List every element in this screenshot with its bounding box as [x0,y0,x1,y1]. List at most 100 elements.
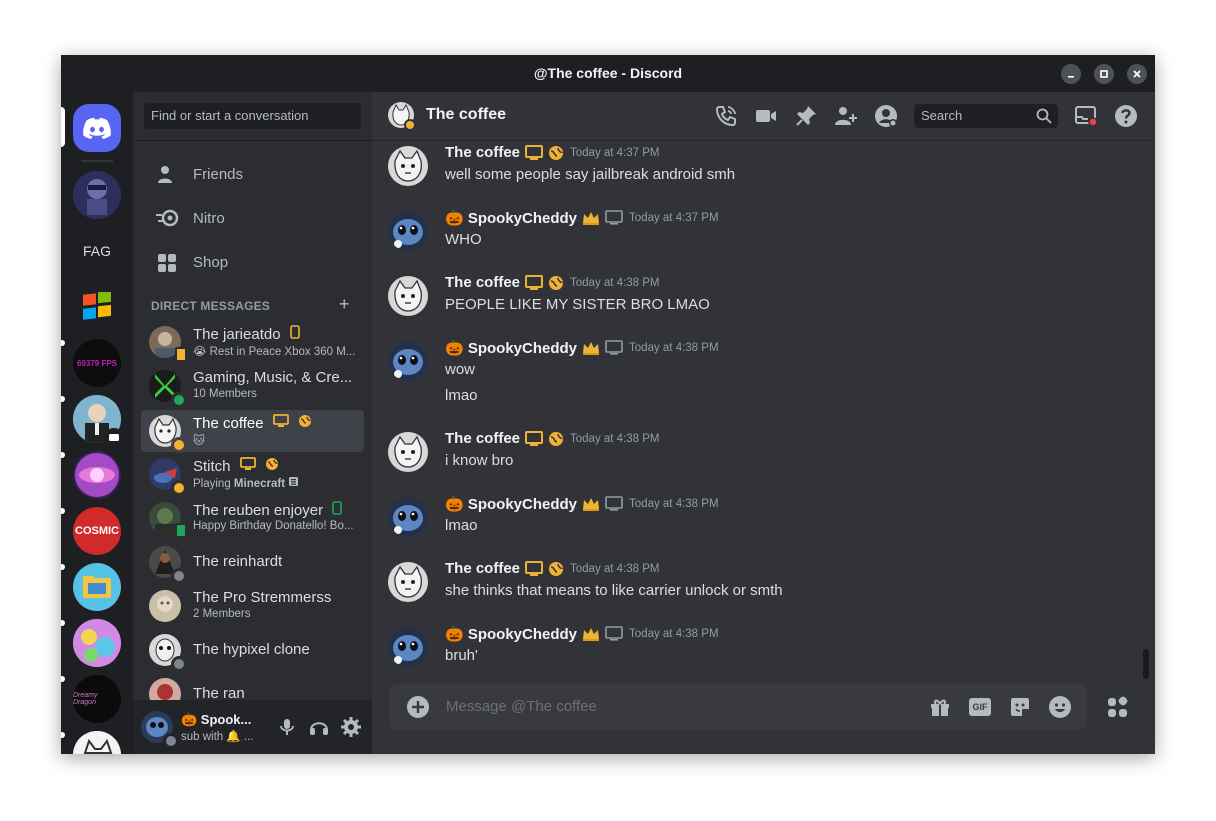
nav-friends[interactable]: Friends [141,154,364,194]
dm-subtext: 2 Members [193,608,251,620]
voice-badge [104,428,124,448]
unread-dot [61,340,65,346]
voice-call-icon[interactable] [714,104,738,128]
message-timestamp: Today at 4:37 PM [570,146,660,159]
message-composer[interactable]: Message @The coffee GIF [389,684,1087,730]
mobile-status-icon [175,347,187,362]
discord-window: @The coffee - Discord FAG 69379 FPS COSM… [61,55,1155,754]
message-avatar[interactable] [388,432,428,472]
dm-item-the-coffee[interactable]: The coffee 🐱 [141,410,364,453]
message-author[interactable]: The coffee [445,430,520,447]
dm-item-pro-stremmerss[interactable]: The Pro Stremmerss 2 Members [141,585,364,627]
message-text: lmao [445,517,478,534]
server-sketch[interactable] [73,731,121,754]
message-avatar[interactable] [388,497,428,537]
dm-name: The jarieatdo [193,325,300,343]
server-fps[interactable]: 69379 FPS [73,339,121,387]
add-friends-to-dm-icon[interactable] [834,104,858,128]
gif-icon[interactable]: GIF [968,695,992,719]
nitro-icon [155,206,179,230]
maximize-icon[interactable] [1094,64,1114,84]
sticker-icon[interactable] [1008,695,1032,719]
dm-item-reinhardt[interactable]: The reinhardt [141,541,364,584]
activity-prefix: Playing [193,478,234,490]
server-avatar-1[interactable] [73,171,121,219]
video-call-icon[interactable] [754,104,778,128]
message-text: lmao [445,387,478,404]
gift-icon[interactable] [928,695,952,719]
message-avatar[interactable] [388,562,428,602]
message-timestamp: Today at 4:38 PM [629,342,719,354]
dm-item-hypixel-clone[interactable]: The hypixel clone [141,629,364,672]
help-icon[interactable] [1114,104,1138,128]
dm-item-reuben-enjoyer[interactable]: The reuben enjoyer Happy Birthday Donate… [141,497,364,539]
message-item[interactable]: The coffee Today at 4:37 PM well some peop… [372,141,1132,190]
close-icon[interactable] [1127,64,1147,84]
rail-divider [81,160,113,162]
dm-subtext: 😭 Rest in Peace Xbox 360 M... [193,346,356,358]
apps-icon[interactable] [1106,695,1130,719]
server-fag[interactable]: FAG [73,227,121,275]
message-item[interactable]: The coffee Today at 4:38 PM i know bro [372,416,1132,476]
nav-shop[interactable]: Shop [141,242,364,282]
message-item[interactable]: 🎃 SpookyCheddy Today at 4:38 PM lmao [372,481,1132,541]
message-author[interactable]: 🎃 SpookyCheddy [445,339,577,357]
message-header: The coffee Today at 4:38 PM [445,560,660,577]
microphone-icon[interactable] [275,715,299,739]
message-header: The coffee Today at 4:37 PM [445,144,660,161]
message-avatar[interactable] [388,211,428,251]
message-item[interactable]: The coffee Today at 4:38 PM she thinks tha… [372,546,1132,606]
emoji-icon[interactable] [1048,695,1072,719]
windows-logo-icon [83,292,111,320]
server-art[interactable] [73,619,121,667]
dm-item-stitch[interactable]: Stitch Playing Minecraft [141,453,364,496]
nav-nitro-label: Nitro [193,209,225,227]
recipient-name: The coffee [426,106,507,123]
message-timestamp: Today at 4:38 PM [570,276,660,289]
message-author[interactable]: 🎃 SpookyCheddy [445,209,577,227]
dm-name-text: Stitch [193,458,231,475]
message-text: bruh' [445,647,478,664]
server-folder[interactable] [73,563,121,611]
inbox-icon[interactable] [1074,104,1098,128]
headphones-icon[interactable] [307,715,331,739]
message-avatar[interactable] [388,276,428,316]
user-profile-icon[interactable] [874,104,898,128]
server-windows[interactable] [73,283,121,331]
minimize-icon[interactable] [1061,64,1081,84]
message-author[interactable]: 🎃 SpookyCheddy [445,495,577,513]
message-item[interactable]: 🎃 SpookyCheddy Today at 4:38 PM bruh' [372,611,1132,671]
message-avatar[interactable] [388,146,428,186]
server-dark[interactable]: Dreamy Dragon [73,675,121,723]
find-conversation-input[interactable]: Find or start a conversation [144,103,361,129]
message-item[interactable]: 🎃 SpookyCheddy Today at 4:38 PM wow lmao [372,325,1132,404]
idle-status-icon [171,480,187,496]
window-title: @The coffee - Discord [533,65,683,81]
message-author[interactable]: The coffee [445,560,520,577]
create-dm-plus-icon[interactable]: + [339,294,350,315]
pinned-messages-icon[interactable] [794,104,818,128]
activity-game: Minecraft [233,478,286,490]
dm-sidebar: Find or start a conversation Friends Nit… [133,92,372,754]
desktop-badge-icon [525,560,544,577]
attach-plus-icon[interactable] [406,695,430,719]
dm-item-group-gaming[interactable]: Gaming, Music, & Cre... 10 Members [141,365,364,408]
mobile-badge-icon [289,325,300,339]
message-avatar[interactable] [388,341,428,381]
server-orb[interactable] [73,451,121,499]
chat-scrollbar[interactable] [1143,649,1149,679]
message-author[interactable]: The coffee [445,144,520,161]
dm-item-jarieatdo[interactable]: The jarieatdo 😭 Rest in Peace Xbox 360 M… [141,321,364,363]
dm-item-ran[interactable]: The ran [141,673,364,700]
server-cosmic[interactable]: COSMIC [73,507,121,555]
discord-home-button[interactable] [73,104,121,152]
nav-nitro[interactable]: Nitro [141,198,364,238]
message-author[interactable]: The coffee [445,274,520,291]
message-author[interactable]: 🎃 SpookyCheddy [445,625,577,643]
message-item[interactable]: The coffee Today at 4:38 PM PEOPLE LIKE MY… [372,260,1132,320]
message-avatar[interactable] [388,627,428,667]
message-item[interactable]: 🎃 SpookyCheddy Today at 4:37 PM WHO [372,195,1132,255]
settings-gear-icon[interactable] [339,715,363,739]
message-input[interactable]: Message @The coffee [446,698,597,715]
web-badge-icon [548,561,564,577]
